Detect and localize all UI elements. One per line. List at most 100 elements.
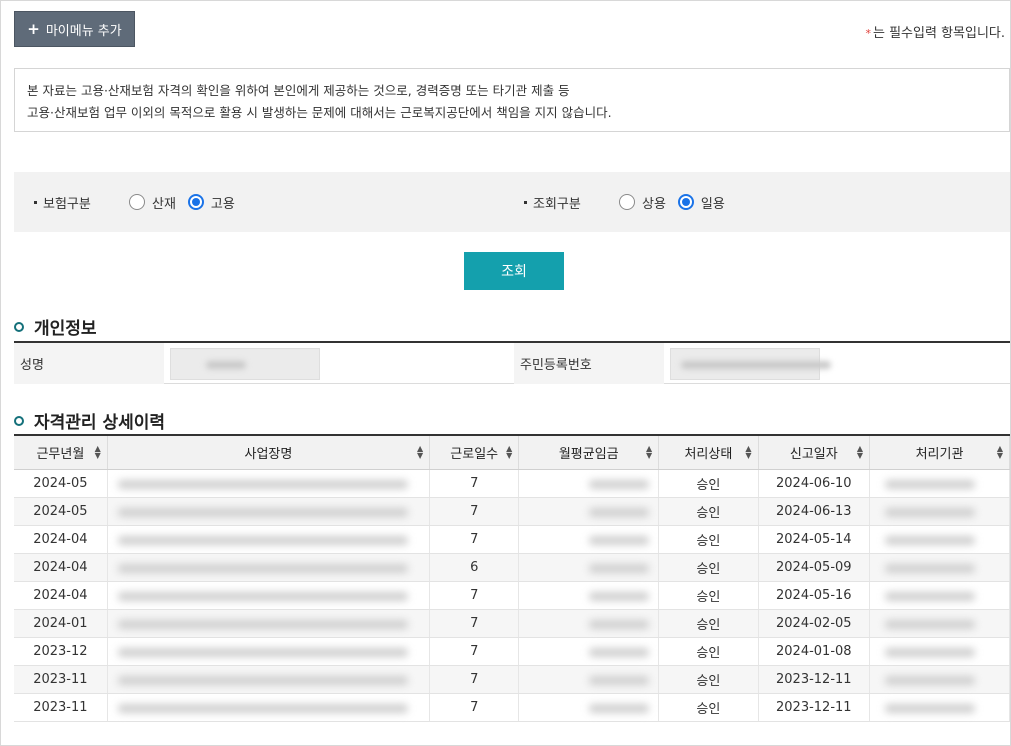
cell-work-days: 7 — [429, 581, 520, 610]
cell-avg-wage — [518, 665, 660, 694]
bullet-icon — [34, 200, 37, 204]
col-workplace[interactable]: 사업장명 ▲ ▼ — [107, 434, 431, 470]
sort-icon[interactable]: ▲ ▼ — [95, 445, 101, 460]
redacted-smudge — [589, 507, 650, 517]
cell-status: 승인 — [658, 497, 759, 526]
redacted-smudge — [885, 479, 976, 489]
add-my-menu-button[interactable]: + 마이메뉴 추가 — [14, 11, 135, 47]
col-work-month-label: 근무년월 — [36, 446, 85, 462]
table-row: 2024-04 7 승인 2024-05-16 — [14, 581, 1010, 610]
sort-icon[interactable]: ▲ ▼ — [506, 445, 512, 460]
redacted-smudge — [589, 675, 650, 685]
search-panel: 보험구분 산재 고용 조회구분 상용 일용 — [14, 172, 1010, 232]
radio-selected-icon[interactable] — [677, 194, 694, 210]
personal-info-title: 개인정보 — [14, 314, 97, 339]
col-status-label: 처리상태 — [684, 446, 733, 462]
rrn-label: 주민등록번호 — [514, 343, 664, 384]
cell-avg-wage — [518, 525, 660, 554]
cell-work-days: 7 — [429, 525, 520, 554]
cell-work-month: 2024-05 — [14, 469, 108, 498]
redacted-smudge — [117, 563, 408, 573]
redacted-smudge — [589, 703, 650, 713]
sort-icon[interactable]: ▲ ▼ — [745, 445, 751, 460]
redacted-smudge — [885, 675, 976, 685]
col-report-date[interactable]: 신고일자 ▲ ▼ — [758, 434, 871, 470]
history-title: 자격관리 상세이력 — [14, 408, 165, 433]
redacted-smudge — [589, 591, 650, 601]
cell-workplace — [107, 553, 431, 582]
col-status[interactable]: 처리상태 ▲ ▼ — [658, 434, 759, 470]
cell-workplace — [107, 693, 431, 722]
col-work-days[interactable]: 근로일수 ▲ ▼ — [429, 434, 520, 470]
table-row: 2023-11 7 승인 2023-12-11 — [14, 693, 1010, 722]
cell-work-month: 2023-11 — [14, 665, 108, 694]
redacted-smudge — [589, 619, 650, 629]
cell-work-month: 2024-04 — [14, 581, 108, 610]
redacted-smudge — [589, 647, 650, 657]
radio-circle-icon[interactable] — [619, 194, 635, 210]
cell-work-days: 7 — [429, 609, 520, 638]
radio-sangyong[interactable]: 상용 — [619, 193, 666, 212]
cell-work-days: 6 — [429, 553, 520, 582]
cell-status: 승인 — [658, 693, 759, 722]
redacted-smudge — [589, 563, 650, 573]
radio-circle-icon[interactable] — [129, 194, 145, 210]
query-type-label: 조회구분 — [533, 196, 581, 212]
notice-line-2: 고용·산재보험 업무 이외의 목적으로 활용 시 발생하는 문제에 대해서는 근… — [27, 105, 612, 120]
cell-workplace — [107, 637, 431, 666]
cell-report-date: 2024-05-09 — [758, 553, 871, 582]
cell-agency — [869, 497, 1010, 526]
redacted-smudge — [117, 479, 408, 489]
cell-work-days: 7 — [429, 637, 520, 666]
radio-sanjae[interactable]: 산재 — [129, 193, 176, 212]
sort-icon[interactable]: ▲ ▼ — [997, 445, 1003, 460]
cell-work-month: 2024-04 — [14, 525, 108, 554]
cell-avg-wage — [518, 609, 660, 638]
notice-box: 본 자료는 고용·산재보험 자격의 확인을 위하여 본인에게 제공하는 것으로,… — [14, 68, 1010, 132]
personal-info-title-text: 개인정보 — [34, 319, 97, 339]
cell-agency — [869, 693, 1010, 722]
sort-icon[interactable]: ▲ ▼ — [417, 445, 423, 460]
cell-report-date: 2024-05-16 — [758, 581, 871, 610]
col-agency[interactable]: 처리기관 ▲ ▼ — [869, 434, 1010, 470]
cell-report-date: 2024-02-05 — [758, 609, 871, 638]
section-dot-icon — [14, 415, 24, 426]
cell-status: 승인 — [658, 469, 759, 498]
table-header-row: 근무년월 ▲ ▼ 사업장명 ▲ ▼ 근로일수 ▲ ▼ 월평균임금 ▲ ▼ 처리상태 ▲ ▼ 신고일자… — [14, 434, 1010, 470]
table-row: 2024-04 7 승인 2024-05-14 — [14, 525, 1010, 554]
col-work-days-label: 근로일수 — [450, 446, 499, 462]
required-star-icon: * — [865, 27, 872, 40]
radio-goyong[interactable]: 고용 — [187, 193, 235, 212]
col-avg-wage[interactable]: 월평균임금 ▲ ▼ — [518, 434, 660, 470]
redacted-smudge — [885, 703, 976, 713]
cell-agency — [869, 637, 1010, 666]
cell-workplace — [107, 469, 431, 498]
search-button[interactable]: 조회 — [464, 252, 564, 290]
cell-report-date: 2024-06-10 — [758, 469, 871, 498]
cell-workplace — [107, 609, 431, 638]
add-my-menu-label: 마이메뉴 추가 — [45, 23, 122, 39]
name-value — [170, 343, 510, 384]
redacted-smudge — [885, 647, 976, 657]
cell-agency — [869, 665, 1010, 694]
required-note: * 는 필수입력 항목입니다. — [866, 22, 1006, 41]
redacted-smudge — [117, 647, 408, 657]
cell-workplace — [107, 525, 431, 554]
redacted-smudge — [885, 619, 976, 629]
redacted-smudge — [885, 507, 976, 517]
radio-selected-icon[interactable] — [187, 194, 204, 210]
radio-ilyong[interactable]: 일용 — [677, 193, 725, 212]
rrn-redacted — [670, 347, 831, 380]
sort-icon[interactable]: ▲ ▼ — [857, 445, 863, 460]
personal-info-table: 성명 주민등록번호 — [14, 341, 1010, 384]
cell-status: 승인 — [658, 553, 759, 582]
col-work-month[interactable]: 근무년월 ▲ ▼ — [14, 434, 108, 470]
cell-agency — [869, 581, 1010, 610]
redacted-smudge — [885, 591, 976, 601]
sort-icon[interactable]: ▲ ▼ — [646, 445, 652, 460]
cell-report-date: 2024-01-08 — [758, 637, 871, 666]
table-row: 2024-04 6 승인 2024-05-09 — [14, 553, 1010, 582]
cell-workplace — [107, 497, 431, 526]
redacted-smudge — [117, 703, 408, 713]
cell-report-date: 2023-12-11 — [758, 665, 871, 694]
